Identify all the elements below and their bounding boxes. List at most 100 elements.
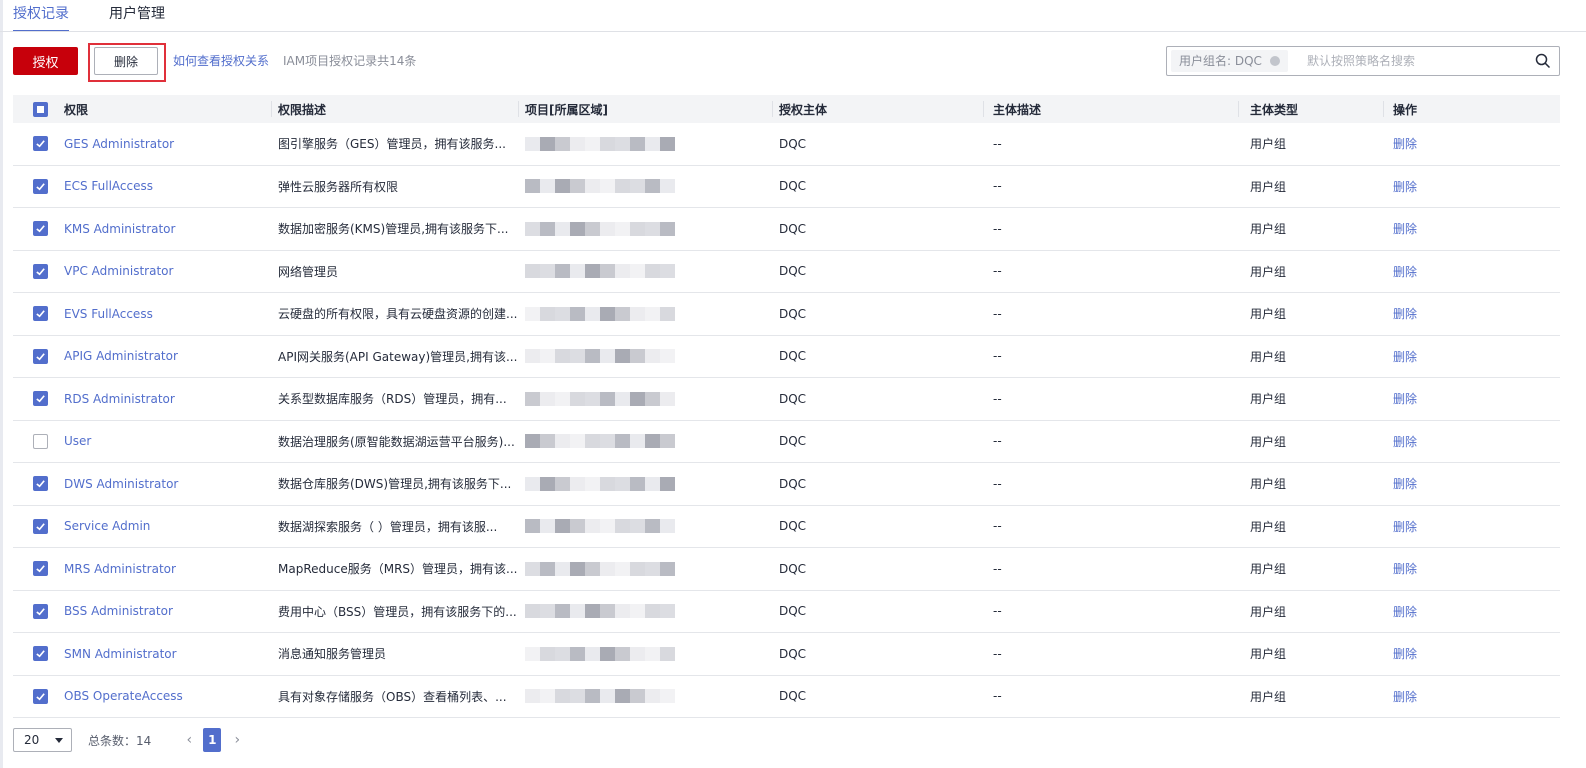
subject-type: 用户组 (1250, 477, 1287, 492)
permission-name-link[interactable]: APIG Administrator (64, 336, 264, 378)
header-separator (1383, 101, 1384, 117)
subject-name: DQC (779, 604, 807, 619)
row-checkbox[interactable] (33, 561, 48, 577)
row-checkbox[interactable] (33, 476, 48, 492)
project-region-redacted (525, 208, 765, 250)
tag-close-icon[interactable] (1269, 56, 1280, 66)
permission-name-link[interactable]: VPC Administrator (64, 251, 264, 293)
check-icon (36, 692, 45, 701)
permission-name-link[interactable]: MRS Administrator (64, 548, 264, 590)
tab-user-management[interactable]: 用户管理 (109, 0, 165, 32)
subject-name: DQC (779, 519, 807, 534)
left-edge (0, 0, 3, 768)
row-delete-link[interactable]: 删除 (1393, 633, 1493, 675)
search-input[interactable] (1307, 50, 1527, 72)
row-delete-link[interactable]: 删除 (1393, 336, 1493, 378)
row-delete-link[interactable]: 删除 (1393, 293, 1493, 335)
next-page-icon[interactable]: › (229, 728, 245, 752)
project-region-redacted (525, 548, 765, 590)
row-checkbox[interactable] (33, 221, 48, 237)
check-icon (36, 522, 45, 531)
permission-name-link[interactable]: OBS OperateAccess (64, 676, 264, 718)
row-delete-link[interactable]: 删除 (1393, 421, 1493, 463)
subject-name: DQC (779, 646, 807, 661)
row-checkbox[interactable] (33, 433, 48, 449)
row-delete-link[interactable]: 删除 (1393, 676, 1493, 718)
permission-name-link[interactable]: Service Admin (64, 506, 264, 548)
caret-down-icon (55, 738, 63, 743)
table-row: EVS FullAccess 云硬盘的所有权限，具有云硬盘资源的创建... DQC -… (13, 293, 1560, 336)
table-row: GES Administrator 图引擎服务（GES）管理员，拥有该服务... D… (13, 123, 1560, 166)
search-filter-tag: 用户组名: DQC (1171, 50, 1288, 72)
row-delete-link[interactable]: 删除 (1393, 463, 1493, 505)
page-number-current[interactable]: 1 (203, 728, 222, 752)
redaction-mosaic (525, 221, 675, 236)
row-delete-link[interactable]: 删除 (1393, 378, 1493, 420)
row-checkbox-cell (33, 591, 51, 633)
subject-description: -- (993, 519, 1002, 534)
header-separator (983, 101, 984, 117)
row-delete-link[interactable]: 删除 (1393, 123, 1493, 165)
row-checkbox[interactable] (33, 518, 48, 534)
redaction-mosaic (525, 264, 675, 279)
project-region-redacted (525, 378, 765, 420)
grant-button[interactable]: 授权 (13, 47, 78, 75)
check-icon (36, 225, 45, 233)
table-row: SMN Administrator 消息通知服务管理员 DQC -- 用户组 删除 (13, 633, 1560, 676)
subject-type: 用户组 (1250, 179, 1287, 194)
select-all-checkbox[interactable] (33, 101, 48, 117)
project-region-redacted (525, 336, 765, 378)
row-delete-link[interactable]: 删除 (1393, 548, 1493, 590)
subject-description: -- (993, 306, 1002, 321)
row-delete-link[interactable]: 删除 (1393, 166, 1493, 208)
permission-name-link[interactable]: SMN Administrator (64, 633, 264, 675)
permission-name-link[interactable]: DWS Administrator (64, 463, 264, 505)
subject-description: -- (993, 179, 1002, 194)
subject-description: -- (993, 264, 1002, 279)
redaction-mosaic (525, 476, 675, 491)
row-checkbox[interactable] (33, 263, 48, 279)
row-checkbox[interactable] (33, 136, 48, 152)
help-link[interactable]: 如何查看授权关系 (173, 47, 269, 75)
row-delete-link[interactable]: 删除 (1393, 591, 1493, 633)
row-checkbox-cell (33, 676, 51, 718)
header-separator (772, 101, 773, 117)
subject-type: 用户组 (1250, 264, 1287, 279)
prev-page-icon[interactable]: ‹ (181, 728, 197, 752)
row-checkbox[interactable] (33, 646, 48, 662)
row-checkbox-cell (33, 166, 51, 208)
permission-name-link[interactable]: User (64, 421, 264, 463)
permission-name-link[interactable]: BSS Administrator (64, 591, 264, 633)
pagination: 20 总条数：14 ‹ 1 › (13, 728, 245, 752)
permission-name-link[interactable]: GES Administrator (64, 123, 264, 165)
page-size-select[interactable]: 20 (13, 728, 72, 752)
tab-grant-records[interactable]: 授权记录 (13, 0, 69, 32)
search-box[interactable]: 用户组名: DQC (1166, 46, 1560, 76)
row-checkbox[interactable] (33, 306, 48, 322)
row-checkbox[interactable] (33, 603, 48, 619)
delete-button[interactable]: 删除 (94, 47, 158, 75)
row-checkbox[interactable] (33, 178, 48, 194)
permission-name-link[interactable]: ECS FullAccess (64, 166, 264, 208)
subject-name: DQC (779, 391, 807, 406)
permission-description: 图引擎服务（GES）管理员，拥有该服务... (278, 137, 506, 152)
permission-description: 费用中心（BSS）管理员，拥有该服务下的... (278, 604, 517, 619)
row-delete-link[interactable]: 删除 (1393, 251, 1493, 293)
permission-name-link[interactable]: RDS Administrator (64, 378, 264, 420)
tabs-divider (0, 31, 1586, 32)
subject-description: -- (993, 561, 1002, 576)
row-delete-link[interactable]: 删除 (1393, 506, 1493, 548)
check-icon (36, 310, 45, 318)
subject-name: DQC (779, 221, 807, 236)
search-icon[interactable] (1535, 53, 1551, 69)
permission-name-link[interactable]: KMS Administrator (64, 208, 264, 250)
row-delete-link[interactable]: 删除 (1393, 208, 1493, 250)
permission-name-link[interactable]: EVS FullAccess (64, 293, 264, 335)
subject-description: -- (993, 434, 1002, 449)
check-icon (36, 395, 45, 403)
row-checkbox[interactable] (33, 391, 48, 407)
row-checkbox[interactable] (33, 348, 48, 364)
record-count: IAM项目授权记录共14条 (283, 54, 417, 68)
row-checkbox-cell (33, 293, 51, 335)
row-checkbox[interactable] (33, 688, 48, 704)
